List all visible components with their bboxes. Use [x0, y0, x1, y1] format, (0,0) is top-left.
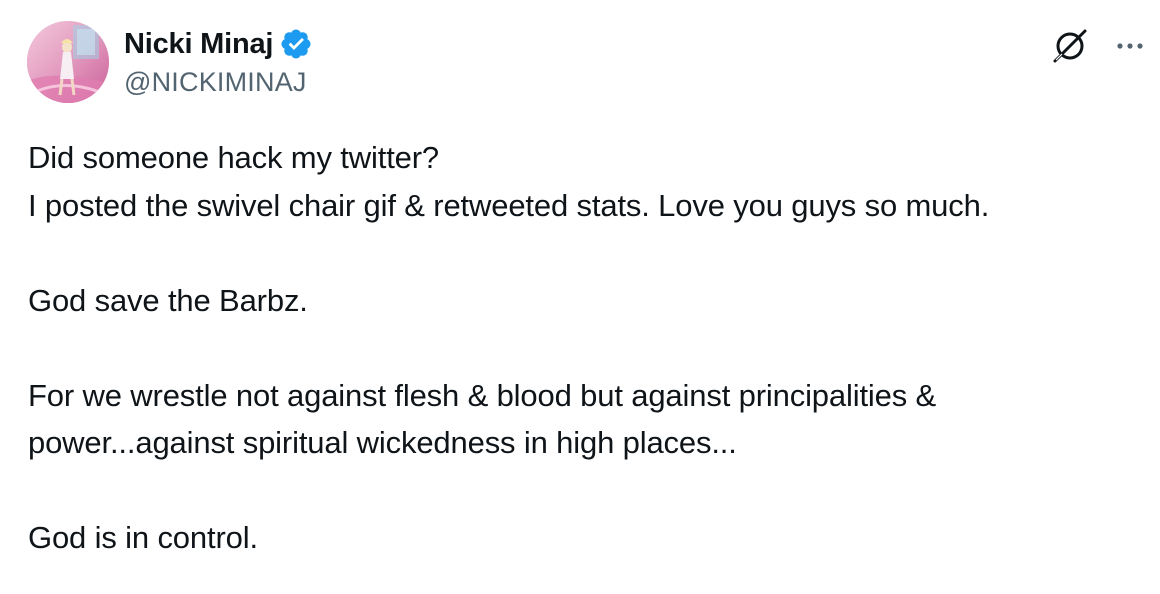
tweet-text-line: Did someone hack my twitter? [28, 140, 440, 175]
author-name-row: Nicki Minaj [124, 24, 313, 64]
avatar-image [27, 21, 109, 103]
more-options-icon[interactable] [1112, 28, 1148, 64]
grok-icon[interactable] [1048, 24, 1092, 68]
tweet-text-line [28, 324, 1138, 372]
tweet-card: Nicki Minaj @NICKIMINAJ Did someone hack… [0, 0, 1160, 594]
tweet-text-line [28, 467, 1138, 515]
tweet-text-line: God save the Barbz. [28, 282, 308, 318]
tweet-text-line: God is in control. [28, 520, 258, 555]
tweet-text-line: For we wrestle not against flesh & blood… [28, 377, 937, 413]
tweet-text-line: I posted the swivel chair gif & retweete… [28, 187, 990, 223]
tweet-text-line: power...against spiritual wickedness in … [28, 425, 737, 460]
author-display-name[interactable]: Nicki Minaj [124, 28, 273, 61]
verified-badge-icon[interactable] [279, 27, 313, 61]
tweet-actions-top [1048, 24, 1148, 68]
avatar[interactable] [27, 21, 109, 103]
author-handle[interactable]: @NICKIMINAJ [124, 67, 307, 98]
tweet-text: Did someone hack my twitter? I posted th… [28, 134, 1138, 562]
tweet-text-line [28, 229, 1138, 277]
